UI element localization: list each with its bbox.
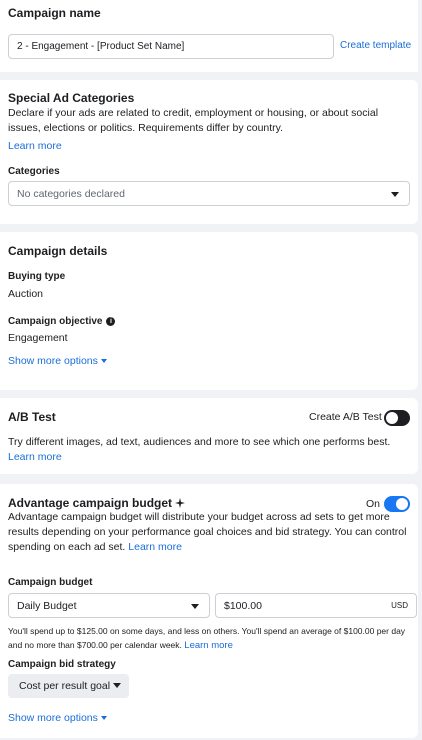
bid-strategy-value: Cost per result goal (19, 680, 111, 692)
ab-test-description: Try different images, ad text, audiences… (8, 435, 403, 465)
campaign-name-title: Campaign name (8, 6, 101, 20)
ab-test-toggle[interactable] (384, 410, 410, 426)
ab-test-more-link[interactable]: more (38, 451, 62, 463)
budget-type-dropdown[interactable]: Daily Budget (8, 593, 210, 618)
ab-test-description-text: Try different images, ad text, audiences… (8, 436, 391, 448)
currency-label: USD (391, 601, 408, 610)
chevron-down-icon (391, 192, 399, 197)
advantage-show-more[interactable]: Show more options (8, 712, 107, 724)
campaign-objective-value: Engagement (8, 332, 68, 344)
toggle-knob (396, 498, 408, 510)
advantage-description-text: Advantage campaign budget will distribut… (8, 511, 407, 553)
ab-test-title: A/B Test (8, 410, 56, 424)
spend-learn-more[interactable]: Learn more (184, 640, 233, 651)
advantage-title: Advantage campaign budget (8, 496, 173, 510)
campaign-details-show-more[interactable]: Show more options (8, 355, 107, 367)
special-ad-categories-card: Special Ad Categories Declare if your ad… (0, 80, 418, 224)
advantage-description: Advantage campaign budget will distribut… (8, 510, 412, 555)
special-ad-title: Special Ad Categories (8, 91, 135, 105)
sparkle-icon (175, 498, 186, 508)
show-more-label: Show more options (8, 712, 98, 724)
special-ad-description: Declare if your ads are related to credi… (8, 107, 379, 134)
show-more-label: Show more options (8, 355, 98, 367)
campaign-name-input[interactable]: 2 - Engagement - [Product Set Name] (8, 34, 334, 59)
campaign-details-title: Campaign details (8, 244, 108, 258)
advantage-title-row: Advantage campaign budget (8, 496, 186, 510)
chevron-down-icon (100, 716, 107, 720)
bid-strategy-label: Campaign bid strategy (8, 659, 116, 670)
categories-value: No categories declared (17, 187, 125, 200)
bid-strategy-dropdown[interactable]: Cost per result goal (8, 674, 129, 698)
campaign-objective-row: Campaign objective i (8, 316, 116, 327)
ab-test-card: A/B Test Create A/B Test Try different i… (0, 398, 418, 474)
special-ad-learn-more[interactable]: Learn more (8, 140, 62, 152)
campaign-name-card: Campaign name 2 - Engagement - [Product … (0, 0, 418, 72)
categories-label: Categories (8, 166, 60, 177)
ab-test-learn-link[interactable]: Learn (8, 451, 35, 463)
campaign-name-value: 2 - Engagement - [Product Set Name] (17, 41, 185, 52)
chevron-down-icon (191, 604, 199, 609)
create-template-link[interactable]: Create template (340, 40, 411, 51)
advantage-budget-card: Advantage campaign budget On Advantage c… (0, 484, 418, 738)
budget-amount-value: $100.00 (224, 599, 262, 612)
buying-type-value: Auction (8, 288, 44, 300)
toggle-knob (386, 412, 398, 424)
create-ab-test-label: Create A/B Test (309, 411, 382, 423)
buying-type-label: Buying type (8, 271, 66, 282)
spend-note: You'll spend up to $125.00 on some days,… (8, 624, 413, 653)
campaign-budget-label: Campaign budget (8, 577, 93, 588)
campaign-details-card: Campaign details Buying type Auction Cam… (0, 232, 418, 390)
campaign-objective-label: Campaign objective (8, 316, 103, 327)
budget-amount-input[interactable]: $100.00 USD (215, 593, 417, 618)
budget-type-value: Daily Budget (17, 599, 77, 612)
advantage-learn-more[interactable]: Learn more (128, 541, 182, 553)
chevron-down-icon (100, 359, 107, 363)
categories-dropdown[interactable]: No categories declared (8, 181, 410, 206)
chevron-down-icon (113, 683, 121, 688)
info-icon[interactable]: i (106, 317, 116, 326)
